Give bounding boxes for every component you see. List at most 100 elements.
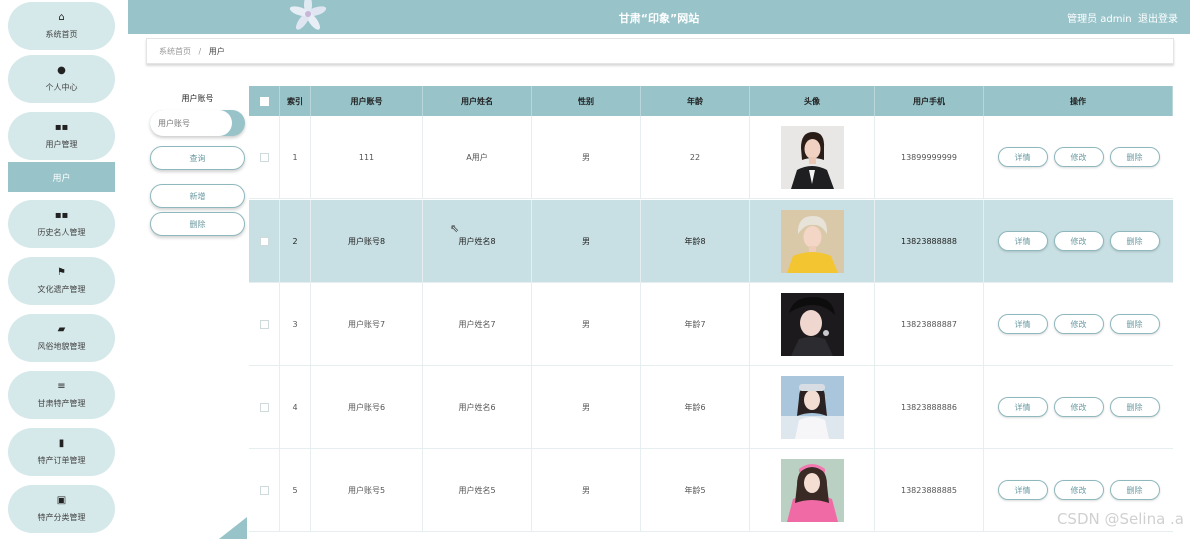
row-checkbox[interactable] (259, 402, 269, 412)
column-header: 头像 (750, 86, 875, 116)
breadcrumb-home[interactable]: 系统首页 (159, 47, 191, 56)
edit-button[interactable]: 修改 (1053, 231, 1104, 251)
header-select-all[interactable] (249, 86, 280, 116)
detail-button[interactable]: 详情 (997, 397, 1048, 417)
gender-cell: 男 (532, 366, 641, 448)
sidebar-item-label: 风俗地貌管理 (37, 342, 86, 351)
avatar-cell (750, 116, 875, 198)
edit-button[interactable]: 修改 (1053, 147, 1104, 167)
avatar-cell (750, 366, 875, 448)
column-header: 用户账号 (311, 86, 423, 116)
name-cell: 用户姓名7 (423, 283, 532, 365)
age-cell: 年龄5 (641, 449, 750, 531)
edit-button[interactable]: 修改 (1053, 397, 1104, 417)
table-row[interactable]: 4 用户账号6 用户姓名6 男 年龄6 13823888886 详情 修改 删除 (249, 366, 1173, 449)
sidebar-item-category-management[interactable]: ▣ 特产分类管理 (8, 485, 115, 533)
sidebar-item-label: 用户管理 (45, 140, 78, 149)
sidebar-item-custom-management[interactable]: ▰ 风俗地貌管理 (8, 314, 115, 362)
sidebar-item-label: 特产分类管理 (37, 513, 86, 522)
column-header: 用户手机 (875, 86, 984, 116)
add-button[interactable]: 新增 (150, 184, 245, 208)
breadcrumb: 系统首页 / 用户 (146, 38, 1174, 64)
phone-cell: 13899999999 (875, 116, 984, 198)
actions-cell: 详情 修改 删除 (984, 283, 1173, 365)
phone-cell: 13823888887 (875, 283, 984, 365)
row-checkbox[interactable] (259, 236, 269, 246)
sidebar: ⌂ 系统首页 ● 个人中心 ▪▪ 用户管理 用户 ▪▪ 历史名人管理 ⚑ 文化遗… (0, 0, 127, 539)
row-checkbox[interactable] (259, 485, 269, 495)
corner-decoration (219, 517, 247, 539)
table-row[interactable]: 2 用户账号8 用户姓名8 男 年龄8 13823888888 详情 修改 删除 (249, 200, 1173, 283)
phone-cell: 13823888888 (875, 200, 984, 282)
home-icon: ⌂ (58, 12, 65, 23)
actions-cell: 详情 修改 删除 (984, 116, 1173, 198)
breadcrumb-separator: / (198, 47, 202, 56)
batch-delete-button[interactable]: 删除 (150, 212, 245, 236)
detail-button[interactable]: 详情 (997, 147, 1048, 167)
detail-button[interactable]: 详情 (997, 314, 1048, 334)
edit-button[interactable]: 修改 (1053, 480, 1104, 500)
delete-button[interactable]: 删除 (1109, 314, 1160, 334)
delete-button[interactable]: 删除 (1109, 397, 1160, 417)
book-icon: ▮ (58, 438, 65, 449)
sidebar-item-heritage-management[interactable]: ⚑ 文化遗产管理 (8, 257, 115, 305)
actions-cell: 详情 修改 删除 (984, 366, 1173, 448)
top-header: 甘肃“印象”网站 管理员 admin 退出登录 (128, 0, 1190, 34)
table-row[interactable]: 3 用户账号7 用户姓名7 男 年龄7 13823888887 详情 修改 删除 (249, 283, 1173, 366)
sidebar-item-profile[interactable]: ● 个人中心 (8, 55, 115, 103)
detail-button[interactable]: 详情 (997, 231, 1048, 251)
sidebar-item-label: 个人中心 (45, 83, 78, 92)
age-cell: 22 (641, 116, 750, 198)
edit-button[interactable]: 修改 (1053, 314, 1104, 334)
sidebar-item-label: 甘肃特产管理 (37, 399, 86, 408)
gender-cell: 男 (532, 283, 641, 365)
mouse-cursor-icon: ⇖ (450, 222, 460, 235)
column-header: 性别 (532, 86, 641, 116)
table-row[interactable]: 5 用户账号5 用户姓名5 男 年龄5 13823888885 详情 修改 删除 (249, 449, 1173, 532)
table-row[interactable]: 1 111 A用户 男 22 13899999999 详情 修改 删除 (249, 116, 1173, 199)
row-checkbox[interactable] (259, 319, 269, 329)
table-header: 索引 用户账号 用户姓名 性别 年龄 头像 用户手机 操作 (249, 86, 1173, 116)
sidebar-item-celebrity-management[interactable]: ▪▪ 历史名人管理 (8, 200, 115, 248)
sidebar-item-order-management[interactable]: ▮ 特产订单管理 (8, 428, 115, 476)
menu-icon: ≡ (57, 381, 66, 392)
age-cell: 年龄7 (641, 283, 750, 365)
sidebar-subitem-user[interactable]: 用户 (8, 162, 115, 192)
column-header: 用户姓名 (423, 86, 532, 116)
search-input[interactable] (150, 110, 232, 136)
user-icon: ● (57, 65, 66, 76)
phone-cell: 13823888886 (875, 366, 984, 448)
index-cell: 3 (280, 283, 311, 365)
sidebar-item-home[interactable]: ⌂ 系统首页 (8, 2, 115, 50)
row-select-cell (249, 200, 280, 282)
detail-button[interactable]: 详情 (997, 480, 1048, 500)
name-cell: 用户姓名6 (423, 366, 532, 448)
account-cell: 用户账号7 (311, 283, 423, 365)
grid-icon: ▪▪ (54, 122, 69, 133)
delete-button[interactable]: 删除 (1109, 231, 1160, 251)
query-button[interactable]: 查询 (150, 146, 245, 170)
logout-link[interactable]: 退出登录 (1138, 14, 1178, 25)
index-cell: 5 (280, 449, 311, 531)
age-cell: 年龄8 (641, 200, 750, 282)
row-select-cell (249, 449, 280, 531)
sidebar-item-user-management[interactable]: ▪▪ 用户管理 (8, 112, 115, 160)
row-select-cell (249, 283, 280, 365)
select-all-checkbox[interactable] (259, 96, 269, 106)
row-select-cell (249, 116, 280, 198)
avatar-cell (750, 449, 875, 531)
row-checkbox[interactable] (259, 152, 269, 162)
avatar-cell (750, 283, 875, 365)
sidebar-item-label: 特产订单管理 (37, 456, 86, 465)
delete-button[interactable]: 删除 (1109, 147, 1160, 167)
avatar (780, 125, 844, 189)
breadcrumb-current: 用户 (208, 47, 225, 56)
delete-button[interactable]: 删除 (1109, 480, 1160, 500)
index-cell: 2 (280, 200, 311, 282)
sidebar-item-specialty-management[interactable]: ≡ 甘肃特产管理 (8, 371, 115, 419)
column-header: 年龄 (641, 86, 750, 116)
account-cell: 111 (311, 116, 423, 198)
row-select-cell (249, 366, 280, 448)
index-cell: 4 (280, 366, 311, 448)
avatar (780, 292, 844, 356)
